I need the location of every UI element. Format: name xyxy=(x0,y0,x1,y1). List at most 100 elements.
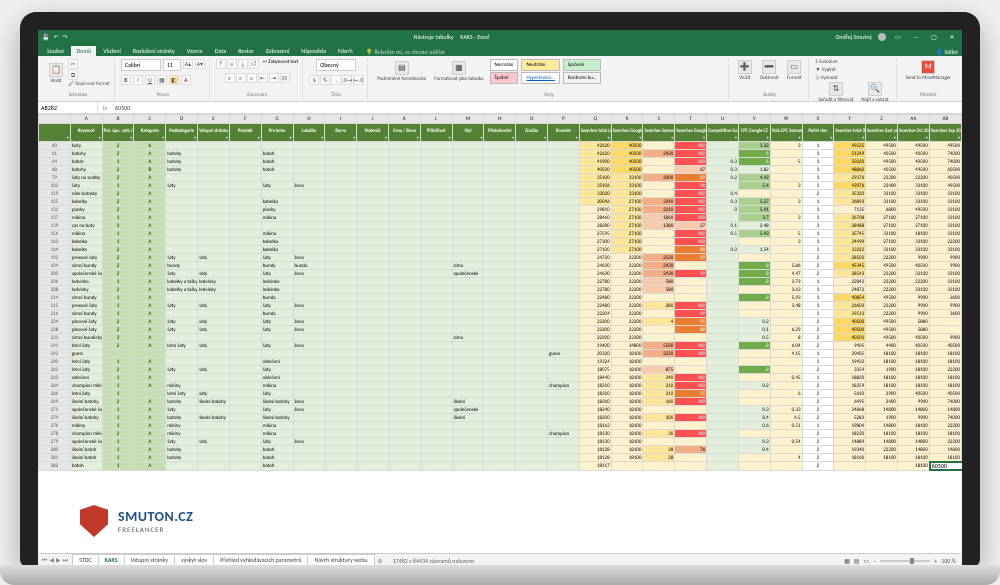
row-header[interactable]: 200 xyxy=(39,270,71,278)
table-row[interactable]: 125kabelky2Akabelka300462710033401000.35… xyxy=(39,198,962,206)
col-header[interactable]: O xyxy=(516,115,548,124)
row-header[interactable]: 156 xyxy=(39,230,71,238)
sheet-tab[interactable]: KAKS xyxy=(98,554,125,567)
table-row[interactable]: 61batohy2Abatohybatoh4262040500242010061… xyxy=(39,150,962,158)
col-header[interactable]: S xyxy=(643,115,675,124)
row-header[interactable]: 206 xyxy=(39,278,71,286)
format-cells[interactable]: ▭Formát xyxy=(784,59,805,82)
autosum[interactable]: Σ AutoSum xyxy=(815,59,837,65)
table-header[interactable]: Konzole xyxy=(548,124,580,142)
sheet-tab[interactable]: STDC xyxy=(72,554,99,567)
undo-icon[interactable]: ↶ xyxy=(53,33,58,41)
table-header[interactable]: Materiál xyxy=(357,124,389,142)
border-icon[interactable]: ▦ xyxy=(157,75,167,85)
col-header[interactable]: M xyxy=(452,115,484,124)
row-header[interactable]: 242 xyxy=(39,350,71,358)
table-header[interactable]: Cena / Sleva xyxy=(388,124,420,142)
table-row[interactable]: 164kabelky2Akabelka2710027100880.31.5413… xyxy=(39,246,962,254)
row-header[interactable]: 224 xyxy=(39,318,71,326)
row-header[interactable]: 102 xyxy=(39,182,71,190)
col-header[interactable]: D xyxy=(166,115,198,124)
tab-review[interactable]: Revize xyxy=(233,46,258,56)
copy-icon[interactable]: ⧉ xyxy=(68,70,78,80)
table-header[interactable]: Lokalita xyxy=(293,124,325,142)
indent-dec-icon[interactable]: ⇤ xyxy=(258,73,268,83)
row-header[interactable]: 266 xyxy=(39,390,71,398)
table-row[interactable]: 282batoh1Abatoh1811721810060500 xyxy=(39,462,962,471)
col-header[interactable]: H xyxy=(293,115,325,124)
table-row[interactable]: 216zimní bundy1Abunda2220422200991395132… xyxy=(39,310,962,318)
row-header[interactable]: 79 xyxy=(39,174,71,182)
row-header[interactable]: 194 xyxy=(39,262,71,270)
view-break-icon[interactable]: ▭ xyxy=(864,557,870,565)
tab-help[interactable]: Nápověda xyxy=(296,46,331,56)
table-row[interactable]: 269školní batohy2Abatohyškolní batohyško… xyxy=(39,398,962,406)
table-header[interactable]: Searches total (avg. per month) xyxy=(579,124,611,142)
row-header[interactable]: 139 xyxy=(39,222,71,230)
table-row[interactable]: 64batoh1Abatohybatoh41900405001000.36515… xyxy=(39,158,962,166)
maximize-icon[interactable]: ▢ xyxy=(928,33,940,41)
align-top-icon[interactable]: ⤒ xyxy=(216,59,226,69)
table-header[interactable]: Počet slov xyxy=(802,124,834,142)
table-header[interactable]: Volá CPC Seznam.cz xyxy=(770,124,802,142)
formula-input[interactable]: 60500 xyxy=(112,104,962,112)
table-row[interactable]: 156mikina1Amikina27595271001000.55.43513… xyxy=(39,230,962,238)
sheet-tab[interactable]: výskyt slov xyxy=(174,554,214,567)
delete-cells[interactable]: ➖Odstranit xyxy=(757,59,782,82)
format-as-table[interactable]: ▦Formátovat jako tabulku xyxy=(431,60,486,83)
zoom-out-icon[interactable]: − xyxy=(873,557,876,565)
align-center-icon[interactable]: ≡ xyxy=(236,73,246,83)
table-header[interactable]: Prů. úpo. vyhl./měs. xyxy=(102,124,134,142)
align-right-icon[interactable]: ≡ xyxy=(247,73,257,83)
row-header[interactable]: 276 xyxy=(39,422,71,430)
fx-icon[interactable]: fx xyxy=(98,104,112,112)
col-header[interactable]: J xyxy=(357,115,389,124)
row-header[interactable]: 125 xyxy=(39,198,71,206)
table-row[interactable]: 119nike botasky2A33020331001000.42353203… xyxy=(39,190,962,198)
table-header[interactable]: Vstupní stránka (Landing Page) xyxy=(198,124,230,142)
row-header[interactable]: 282 xyxy=(39,462,71,471)
align-bot-icon[interactable]: ⤓ xyxy=(238,59,248,69)
table-row[interactable]: 139cas na boty3A28280271001380270.12.483… xyxy=(39,222,962,230)
tab-home[interactable]: Domů xyxy=(71,46,96,56)
sheet-nav-next-icon[interactable]: ▶ xyxy=(56,556,61,565)
row-header[interactable]: 216 xyxy=(39,310,71,318)
table-header[interactable]: Competition Google CZ xyxy=(707,124,739,142)
row-header[interactable]: 279 xyxy=(39,438,71,446)
tab-insert[interactable]: Vložení xyxy=(98,46,126,56)
row-header[interactable]: 214 xyxy=(39,294,71,302)
table-row[interactable]: 102šaty1Ašatyšatyžena3510633100985.43143… xyxy=(39,182,962,190)
table-header[interactable]: Značka xyxy=(516,124,548,142)
row-header[interactable]: 264 xyxy=(39,382,71,390)
sheet-nav-first-icon[interactable]: ⏮ xyxy=(42,556,47,565)
table-header[interactable]: Searches Oct 2020 Google xyxy=(897,124,929,142)
table-row[interactable]: 281školní batoh1Abatohybatoh181281810028… xyxy=(39,454,962,462)
row-header[interactable]: 164 xyxy=(39,246,71,254)
table-row[interactable]: 194zimní bundy2Abundybundybundazima24630… xyxy=(39,262,962,270)
comma-icon[interactable]: , xyxy=(331,75,341,85)
table-row[interactable]: 231zimní bundicky3Azima22200222000.58240… xyxy=(39,334,962,342)
tab-formulas[interactable]: Vzorce xyxy=(182,46,208,56)
table-row[interactable]: 271společenské šaty1Ašatyšatyženaspoleče… xyxy=(39,406,962,414)
save-icon[interactable]: 💾 xyxy=(42,33,49,41)
table-header[interactable]: Barva xyxy=(325,124,357,142)
row-header[interactable]: 192 xyxy=(39,254,71,262)
minimize-icon[interactable]: — xyxy=(910,33,922,41)
font-size-select[interactable]: 11 xyxy=(163,59,181,71)
conditional-formatting[interactable]: ▤Podmíněné formátování xyxy=(374,60,429,83)
row-header[interactable]: 262 xyxy=(39,366,71,374)
align-mid-icon[interactable]: ≡ xyxy=(227,59,237,69)
cell-styles-gallery[interactable]: Normální Neutrální Správně Špatně Hypert… xyxy=(489,59,603,84)
row-header[interactable]: 228 xyxy=(39,326,71,334)
row-header[interactable]: 60 xyxy=(39,142,71,150)
sheet-nav-last-icon[interactable]: ⏭ xyxy=(63,556,68,565)
row-header[interactable]: 137 xyxy=(39,214,71,222)
row-header[interactable]: 61 xyxy=(39,150,71,158)
font-name-select[interactable]: Calibri xyxy=(121,59,161,71)
zoom-level[interactable]: 100 % xyxy=(941,557,956,565)
table-row[interactable]: 215prexové šaty1Ašatyšatyšatyžena2248022… xyxy=(39,302,962,310)
col-header[interactable]: K xyxy=(388,115,420,124)
tab-data[interactable]: Data xyxy=(210,46,231,56)
table-header[interactable]: Příležitost xyxy=(420,124,452,142)
user-name[interactable]: Ondřej Smutný xyxy=(835,33,872,41)
